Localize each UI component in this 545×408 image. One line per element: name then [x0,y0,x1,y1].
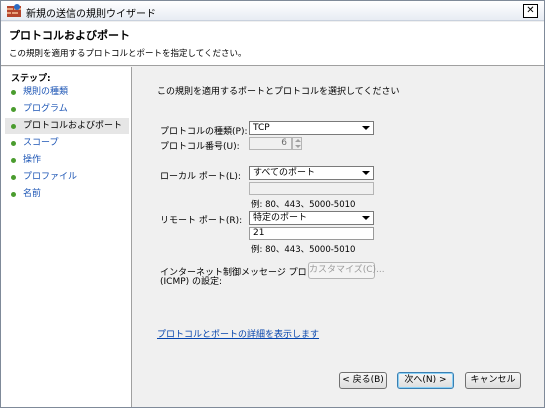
local-port-input[interactable] [249,182,374,195]
remote-port-select[interactable]: 特定のポート [249,211,374,225]
remote-port-input[interactable]: 21 [249,227,374,240]
remote-port-label: リモート ポート(R): [160,216,243,226]
wizard-window: 新規の送信の規則ウイザード ✕ プロトコルおよびポート この規則を適用するプロト… [0,0,545,408]
wizard-header: プロトコルおよびポート この規則を適用するプロトコルとポートを指定してください。 [1,22,544,66]
remote-port-value: 特定のポート [253,213,308,223]
chevron-down-icon [362,126,370,130]
protocol-number-spinner[interactable] [292,137,302,150]
step-program[interactable]: プログラム [5,101,129,117]
step-bullet-icon [11,124,16,129]
step-label: プログラム [23,104,68,114]
protocol-type-value: TCP [253,123,270,133]
step-label: スコープ [23,138,59,148]
local-port-select[interactable]: すべてのポート [249,166,374,180]
window-title: 新規の送信の規則ウイザード [26,9,156,20]
title-bar[interactable]: 新規の送信の規則ウイザード ✕ [1,1,544,21]
spin-down-icon [295,145,301,148]
steps-label: ステップ: [11,74,51,84]
remote-port-input-value: 21 [253,228,265,238]
step-label: 名前 [23,189,42,199]
step-bullet-icon [11,107,16,112]
back-button[interactable]: < 戻る(B) [339,372,387,389]
main-panel: この規則を適用するポートとプロトコルを選択してください プロトコルの種類(P):… [133,67,544,407]
step-bullet-icon [11,90,16,95]
close-button[interactable]: ✕ [523,4,538,18]
close-icon: ✕ [526,5,535,16]
local-port-label: ローカル ポート(L): [160,172,241,182]
step-label: プロトコルおよびポート [23,121,123,131]
local-port-value: すべてのポート [253,168,316,178]
remote-port-example: 例: 80、443、5000-5010 [251,245,356,255]
step-scope[interactable]: スコープ [5,135,129,151]
protocol-type-select[interactable]: TCP [249,121,374,135]
local-port-example: 例: 80、443、5000-5010 [251,200,356,210]
step-bullet-icon [11,141,16,146]
customize-button[interactable]: カスタマイズ(C)... [308,262,385,279]
step-name[interactable]: 名前 [5,186,129,202]
step-bullet-icon [11,192,16,197]
step-label: プロファイル [23,172,78,182]
chevron-down-icon [362,216,370,220]
protocol-number-value: 6 [281,138,287,148]
step-action[interactable]: 操作 [5,152,129,168]
protocol-type-label: プロトコルの種類(P): [160,127,248,137]
steps-sidebar: ステップ: 規則の種類 プログラム プロトコルおよびポート スコープ 操作 プロ… [1,67,132,407]
step-label: 操作 [23,155,42,165]
instruction-text: この規則を適用するポートとプロトコルを選択してください [157,87,400,97]
step-bullet-icon [11,158,16,163]
step-label: 規則の種類 [23,87,69,97]
step-profile[interactable]: プロファイル [5,169,129,185]
step-bullet-icon [11,175,16,180]
step-rule-type[interactable]: 規則の種類 [5,84,129,100]
cancel-button[interactable]: キャンセル [465,372,521,389]
spin-up-icon [295,139,301,142]
page-description: この規則を適用するプロトコルとポートを指定してください。 [9,49,247,59]
next-button[interactable]: 次へ(N) > [397,372,454,389]
protocol-details-link[interactable]: プロトコルとポートの詳細を表示します [157,327,319,340]
protocol-number-field[interactable]: 6 [249,137,292,150]
page-title: プロトコルおよびポート [9,29,130,42]
chevron-down-icon [362,171,370,175]
icmp-label-line2: (ICMP) の設定: [160,277,223,287]
step-protocol-and-ports[interactable]: プロトコルおよびポート [5,118,129,134]
protocol-number-label: プロトコル番号(U): [160,142,240,152]
firewall-icon [7,4,21,17]
